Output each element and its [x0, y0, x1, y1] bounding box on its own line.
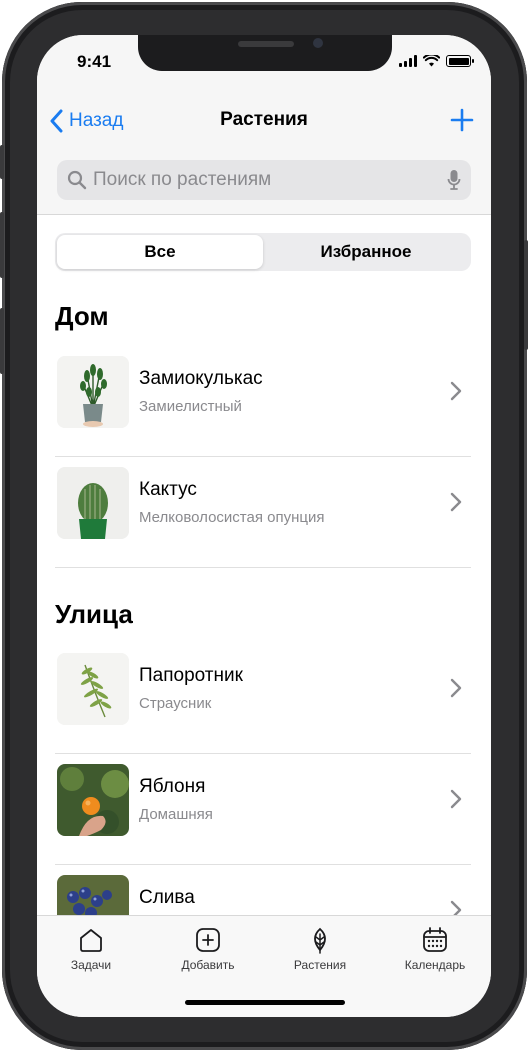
plant-thumbnail [57, 467, 129, 539]
plant-name: Папоротник [139, 665, 243, 686]
section-title-home: Дом [55, 301, 109, 331]
tab-label: Календарь [404, 958, 466, 972]
screen: 9:41 Назад Растения Поиск по растениям В… [37, 35, 491, 1017]
wifi-icon [423, 55, 440, 67]
tab-calendar[interactable]: Календарь [385, 926, 485, 972]
front-camera [313, 38, 323, 48]
search-icon [67, 170, 87, 190]
segment-favorites[interactable]: Избранное [263, 235, 469, 269]
plant-species: Мелковолосистая опунция [139, 509, 325, 526]
page-title: Растения [220, 109, 308, 130]
mute-switch [0, 145, 4, 179]
list-item[interactable]: Замиокулькас Замиелистный [55, 346, 471, 457]
tab-label: Добавить [181, 958, 235, 972]
power-button [524, 240, 528, 350]
tab-plants[interactable]: Растения [270, 926, 370, 972]
battery-icon [446, 55, 474, 67]
chevron-right-icon [450, 789, 462, 809]
search-field[interactable]: Поиск по растениям [57, 160, 471, 200]
chevron-right-icon [450, 678, 462, 698]
plant-species: Замиелистный [139, 398, 242, 415]
speaker-grille [238, 41, 294, 47]
status-icons [399, 55, 474, 67]
home-icon [80, 929, 102, 952]
segment-all[interactable]: Все [57, 235, 263, 269]
segmented-control: Все Избранное [55, 233, 471, 271]
status-time: 9:41 [77, 52, 112, 71]
plant-species: Страусник [139, 695, 212, 712]
plant-species: Домашняя [139, 806, 213, 823]
signal-icon [399, 55, 417, 67]
plant-name: Кактус [139, 479, 197, 500]
notch [138, 35, 392, 71]
tab-add[interactable]: Добавить [158, 926, 258, 972]
row-divider [55, 567, 471, 568]
plant-name: Яблоня [139, 776, 206, 797]
plus-square-icon [196, 928, 220, 952]
leaf-icon [314, 927, 326, 954]
chevron-right-icon [450, 381, 462, 401]
volume-up-button [0, 212, 4, 278]
calendar-icon [423, 927, 447, 952]
plant-name: Слива [139, 887, 195, 908]
microphone-icon[interactable] [447, 169, 461, 191]
chevron-right-icon [450, 492, 462, 512]
volume-down-button [0, 308, 4, 374]
list-item[interactable]: Папоротник Страусник [55, 643, 471, 754]
plant-name: Замиокулькас [139, 368, 263, 389]
search-input[interactable]: Поиск по растениям [93, 169, 447, 191]
home-indicator[interactable] [185, 1000, 345, 1005]
tab-tasks[interactable]: Задачи [41, 926, 141, 972]
tab-label: Растения [293, 958, 347, 972]
list-item[interactable]: Кактус Мелковолосистая опунция [55, 457, 471, 568]
plant-thumbnail [57, 356, 129, 428]
plant-thumbnail [57, 653, 129, 725]
plant-thumbnail [57, 764, 129, 836]
navigation-bar: Назад Растения Поиск по растениям [37, 85, 491, 215]
list-item[interactable]: Яблоня Домашняя [55, 754, 471, 865]
add-plant-button[interactable] [449, 107, 475, 133]
tab-label: Задачи [70, 958, 112, 972]
section-title-outdoor: Улица [55, 599, 133, 629]
